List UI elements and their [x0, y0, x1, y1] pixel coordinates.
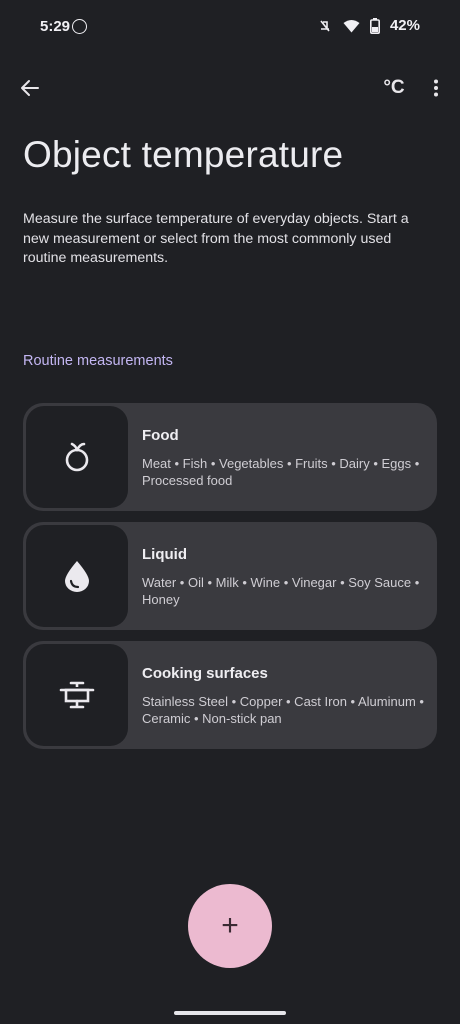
apple-icon [65, 442, 89, 472]
top-app-bar: °C [0, 60, 460, 116]
battery-percent: 42% [389, 17, 420, 34]
new-measurement-fab[interactable]: + [188, 884, 272, 968]
status-time: 5:29 [40, 18, 71, 35]
icon-tile [26, 406, 128, 508]
card-subtitle: Water • Oil • Milk • Wine • Vinegar • So… [142, 575, 420, 607]
card-title: Food [142, 427, 179, 444]
page-title: Object temperature [23, 134, 344, 175]
routine-card-liquid[interactable]: Liquid Water • Oil • Milk • Wine • Vineg… [23, 522, 437, 630]
wifi-icon [343, 19, 360, 32]
routine-card-cooking-surfaces[interactable]: Cooking surfaces Stainless Steel • Coppe… [23, 641, 437, 749]
card-title: Cooking surfaces [142, 665, 268, 682]
arrow-left-icon [21, 80, 39, 96]
card-subtitle: Meat • Fish • Vegetables • Fruits • Dair… [142, 456, 420, 488]
battery-icon [369, 17, 380, 34]
icon-tile [26, 525, 128, 627]
card-subtitle: Stainless Steel • Copper • Cast Iron • A… [142, 694, 424, 726]
home-indicator[interactable] [174, 1011, 286, 1015]
section-label-routine: Routine measurements [23, 353, 173, 369]
routine-card-food[interactable]: Food Meat • Fish • Vegetables • Fruits •… [23, 403, 437, 511]
back-button[interactable] [14, 72, 46, 104]
droplet-icon [65, 561, 89, 592]
whatsapp-icon [72, 19, 87, 34]
mute-icon [320, 20, 330, 31]
temperature-unit-button[interactable]: °C [378, 72, 410, 104]
page-description: Measure the surface temperature of every… [23, 211, 409, 266]
add-icon: + [221, 909, 239, 942]
status-bar: 5:29 42% [0, 0, 460, 56]
more-vert-icon [434, 79, 438, 97]
status-icons: 42% [317, 17, 420, 34]
more-options-button[interactable] [422, 72, 450, 104]
icon-tile [26, 644, 128, 746]
card-title: Liquid [142, 546, 187, 563]
cooking-pot-icon [59, 681, 95, 709]
